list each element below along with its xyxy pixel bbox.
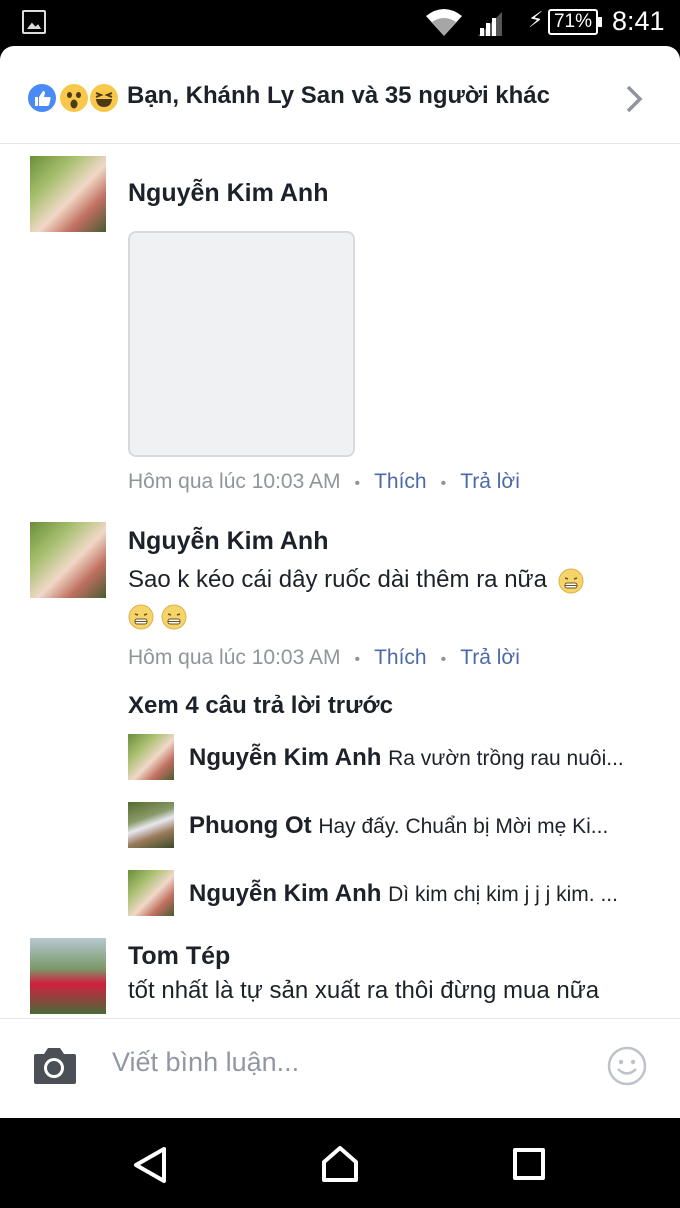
comment-timestamp: Hôm qua lúc 10:03 AM [128, 646, 341, 669]
avatar[interactable] [128, 734, 174, 780]
comments-sheet: Bạn, Khánh Ly San và 35 người khác Nguyễ… [0, 46, 680, 1118]
grimace-emoji-icon [161, 604, 187, 630]
navigation-bar [0, 1118, 680, 1208]
recent-apps-icon[interactable] [513, 1148, 545, 1180]
reply-link[interactable]: Trả lời [460, 646, 520, 669]
reply-author[interactable]: Nguyễn Kim Anh [189, 744, 381, 771]
reactions-bar[interactable]: Bạn, Khánh Ly San và 35 người khác [0, 46, 680, 144]
comment-author[interactable]: Tom Tép [128, 942, 230, 971]
avatar[interactable] [30, 156, 106, 232]
grimace-emoji-icon [128, 604, 154, 630]
avatar[interactable] [30, 938, 106, 1014]
avatar[interactable] [128, 802, 174, 848]
reactions-summary[interactable]: Bạn, Khánh Ly San và 35 người khác [127, 82, 550, 110]
see-previous-replies-link[interactable]: Xem 4 câu trả lời trước [128, 692, 393, 720]
image-notification-icon [22, 10, 46, 34]
camera-icon[interactable] [30, 1046, 78, 1086]
reply-author[interactable]: Nguyễn Kim Anh [189, 880, 381, 907]
reply-preview: Ra vườn trồng rau nuôi... [388, 747, 624, 770]
reply-preview: Dì kim chị kim j j j kim. ... [388, 883, 618, 906]
home-icon[interactable] [320, 1144, 360, 1184]
signal-icon [478, 12, 502, 36]
comment-meta: Hôm qua lúc 10:03 AM • Thích • Trả lời [128, 646, 520, 669]
like-link[interactable]: Thích [374, 646, 427, 669]
comment-text: tốt nhất là tự sản xuất ra thôi đừng mua… [128, 977, 600, 1004]
comment-timestamp: Hôm qua lúc 10:03 AM [128, 470, 341, 493]
grimace-emoji-icon [558, 568, 584, 594]
comment-text: Sao k kéo cái dây ruốc dài thêm ra nữa [128, 566, 584, 594]
battery-indicator: 71% [548, 9, 602, 35]
avatar[interactable] [30, 522, 106, 598]
reply-item[interactable]: Phuong Ot Hay đấy. Chuẩn bị Mời mẹ Ki... [189, 812, 608, 840]
comment-input[interactable]: Viết bình luận... [112, 1047, 299, 1078]
comment-author[interactable]: Nguyễn Kim Anh [128, 179, 328, 208]
reply-preview: Hay đấy. Chuẩn bị Mời mẹ Ki... [318, 815, 609, 838]
chevron-right-icon[interactable] [624, 84, 644, 114]
reply-author[interactable]: Phuong Ot [189, 812, 312, 839]
back-icon[interactable] [132, 1145, 168, 1185]
charging-icon: ⚡ [528, 8, 544, 33]
haha-icon [88, 82, 120, 114]
wow-icon [58, 82, 90, 114]
clock: 8:41 [612, 6, 665, 36]
reply-item[interactable]: Nguyễn Kim Anh Dì kim chị kim j j j kim.… [189, 880, 618, 908]
like-link[interactable]: Thích [374, 470, 427, 493]
avatar[interactable] [128, 870, 174, 916]
comment-body: Sao k kéo cái dây ruốc dài thêm ra nữa [128, 566, 547, 593]
comment-composer: Viết bình luận... [0, 1018, 680, 1118]
comment-emoji-line [128, 604, 187, 630]
reply-link[interactable]: Trả lời [460, 470, 520, 493]
like-icon [26, 82, 58, 114]
emoji-picker-icon[interactable] [606, 1045, 648, 1087]
comment-author[interactable]: Nguyễn Kim Anh [128, 527, 328, 556]
reply-item[interactable]: Nguyễn Kim Anh Ra vườn trồng rau nuôi... [189, 744, 624, 772]
wifi-icon [426, 9, 462, 36]
comment-meta: Hôm qua lúc 10:03 AM • Thích • Trả lời [128, 470, 520, 493]
status-bar: ⚡ 71% 8:41 [0, 0, 680, 46]
sticker-attachment[interactable] [128, 231, 355, 457]
